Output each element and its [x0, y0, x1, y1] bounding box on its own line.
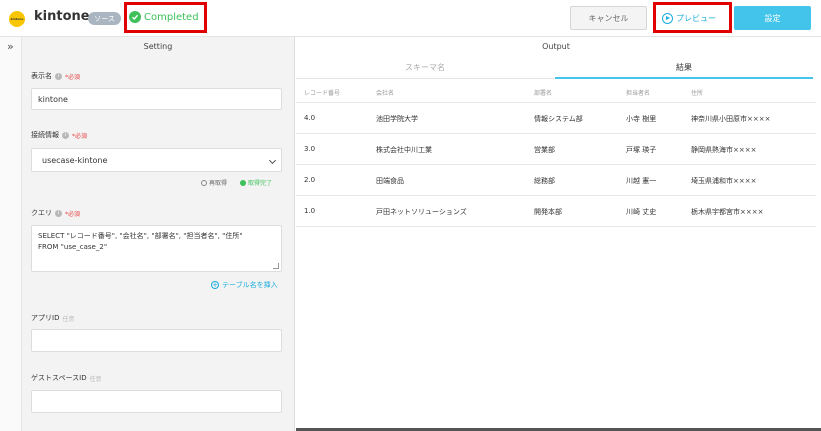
- table-row[interactable]: 1.0 戸田ネットソリューションズ 開発本部 川崎 丈史 栃木県宇都宮市××××: [296, 196, 816, 227]
- insert-table-label: テーブル名を挿入: [222, 281, 278, 289]
- source-badge: ソース: [88, 12, 121, 25]
- resize-handle-icon[interactable]: [273, 263, 279, 269]
- table-row[interactable]: 2.0 田端食品 総務部 川越 憲一 埼玉県浦和市××××: [296, 165, 816, 196]
- preview-label: プレビュー: [676, 13, 716, 23]
- table-cell: 情報システム部: [534, 115, 583, 123]
- check-circle-icon: [240, 179, 246, 186]
- column-header: 会社名: [376, 90, 395, 97]
- display-name-label-text: 表示名: [31, 72, 52, 80]
- play-icon: [662, 12, 673, 24]
- refresh-icon: [201, 179, 207, 186]
- table-cell: 川崎 丈史: [626, 208, 657, 216]
- table-cell: 営業部: [534, 146, 555, 154]
- guest-space-id-label: ゲストスペースID 任意: [31, 373, 102, 383]
- column-header: 住所: [691, 90, 704, 97]
- table-cell: 4.0: [304, 114, 316, 122]
- table-cell: 小寺 樹里: [626, 115, 657, 123]
- table-cell: 川越 憲一: [626, 177, 657, 185]
- connection-select-value: usecase-kintone: [42, 155, 108, 165]
- table-cell: 田端食品: [376, 177, 404, 185]
- refresh-link[interactable]: 再取得: [201, 178, 227, 187]
- table-cell: 埼玉県浦和市××××: [691, 177, 757, 185]
- table-cell: 戸塚 瑛子: [626, 146, 657, 154]
- table-cell: 神奈川県小田原市××××: [691, 115, 771, 123]
- status-indicator: Completed: [129, 11, 199, 23]
- table-cell: 戸田ネットソリューションズ: [376, 208, 467, 216]
- query-textarea[interactable]: SELECT "レコード番号", "会社名", "部署名", "担当者名", "…: [31, 225, 282, 272]
- required-mark: *必須: [72, 132, 88, 140]
- chevron-down-icon: [268, 156, 277, 165]
- connection-label-text: 接続情報: [31, 131, 59, 139]
- check-circle-icon: [129, 11, 141, 23]
- connection-select[interactable]: usecase-kintone: [31, 148, 282, 172]
- top-bar: kintone kintone ソース Completed キャンセル プレビュ…: [0, 0, 821, 37]
- table-row[interactable]: 3.0 株式会社中川工業 営業部 戸塚 瑛子 静岡県熱海市××××: [296, 134, 816, 165]
- required-mark: *必須: [65, 210, 81, 218]
- settings-button[interactable]: 設定: [734, 6, 811, 30]
- tab-result[interactable]: 結果: [555, 57, 813, 79]
- app-title: kintone: [34, 9, 90, 24]
- table-row[interactable]: 4.0 池田学院大学 情報システム部 小寺 樹里 神奈川県小田原市××××: [296, 103, 816, 134]
- plus-circle-icon: +: [211, 280, 219, 289]
- app-id-input[interactable]: [31, 329, 282, 352]
- output-panel: Output スキーマ名 結果 レコード番号 会社名 部署名 担当者名 住所 4…: [296, 37, 821, 431]
- kintone-logo-icon: kintone: [9, 11, 25, 27]
- optional-mark: 任意: [89, 375, 102, 383]
- info-icon[interactable]: i: [62, 131, 69, 139]
- cancel-button[interactable]: キャンセル: [570, 6, 647, 30]
- double-chevron-right-icon[interactable]: »: [7, 40, 14, 53]
- collapsed-sidebar: »: [0, 37, 22, 431]
- query-label-text: クエリ: [31, 209, 52, 217]
- settings-panel: Setting 表示名 i *必須 kintone 接続情報 i *必須 use…: [22, 37, 295, 431]
- table-cell: 3.0: [304, 145, 316, 153]
- table-cell: 総務部: [534, 177, 555, 185]
- query-line: SELECT "レコード番号", "会社名", "部署名", "担当者名", "…: [38, 232, 243, 240]
- insert-table-link[interactable]: + テーブル名を挿入: [211, 280, 278, 290]
- optional-mark: 任意: [62, 315, 75, 323]
- display-name-label: 表示名 i *必須: [31, 71, 80, 81]
- column-header: 担当者名: [626, 90, 651, 97]
- table-cell: 株式会社中川工業: [376, 146, 432, 154]
- table-cell: 2.0: [304, 176, 316, 184]
- table-cell: 開発本部: [534, 208, 562, 216]
- settings-title: Setting: [143, 42, 173, 51]
- required-mark: *必須: [65, 73, 81, 81]
- refresh-label: 再取得: [209, 180, 228, 187]
- table-cell: 池田学院大学: [376, 115, 418, 123]
- output-title: Output: [542, 42, 570, 51]
- guest-space-id-input[interactable]: [31, 390, 282, 413]
- display-name-input[interactable]: kintone: [31, 88, 282, 110]
- app-id-label: アプリID 任意: [31, 313, 74, 323]
- app-id-label-text: アプリID: [31, 314, 60, 322]
- query-line: FROM "use_case_2": [38, 243, 108, 251]
- info-icon[interactable]: i: [55, 72, 62, 80]
- fetched-status: 取得完了: [240, 178, 272, 187]
- table-cell: 栃木県宇都宮市××××: [691, 208, 764, 216]
- table-cell: 1.0: [304, 207, 316, 215]
- preview-button[interactable]: プレビュー: [658, 7, 728, 29]
- connection-label: 接続情報 i *必須: [31, 130, 87, 140]
- tab-schema[interactable]: スキーマ名: [296, 57, 554, 79]
- status-text: Completed: [144, 11, 199, 23]
- info-icon[interactable]: i: [55, 209, 62, 217]
- fetched-label: 取得完了: [248, 180, 273, 187]
- query-label: クエリ i *必須: [31, 208, 80, 218]
- table-cell: 静岡県熱海市××××: [691, 146, 757, 154]
- guest-space-id-label-text: ゲストスペースID: [31, 374, 87, 382]
- column-header: 部署名: [534, 90, 553, 97]
- table-header-row: レコード番号 会社名 部署名 担当者名 住所: [296, 82, 816, 103]
- column-header: レコード番号: [304, 90, 341, 97]
